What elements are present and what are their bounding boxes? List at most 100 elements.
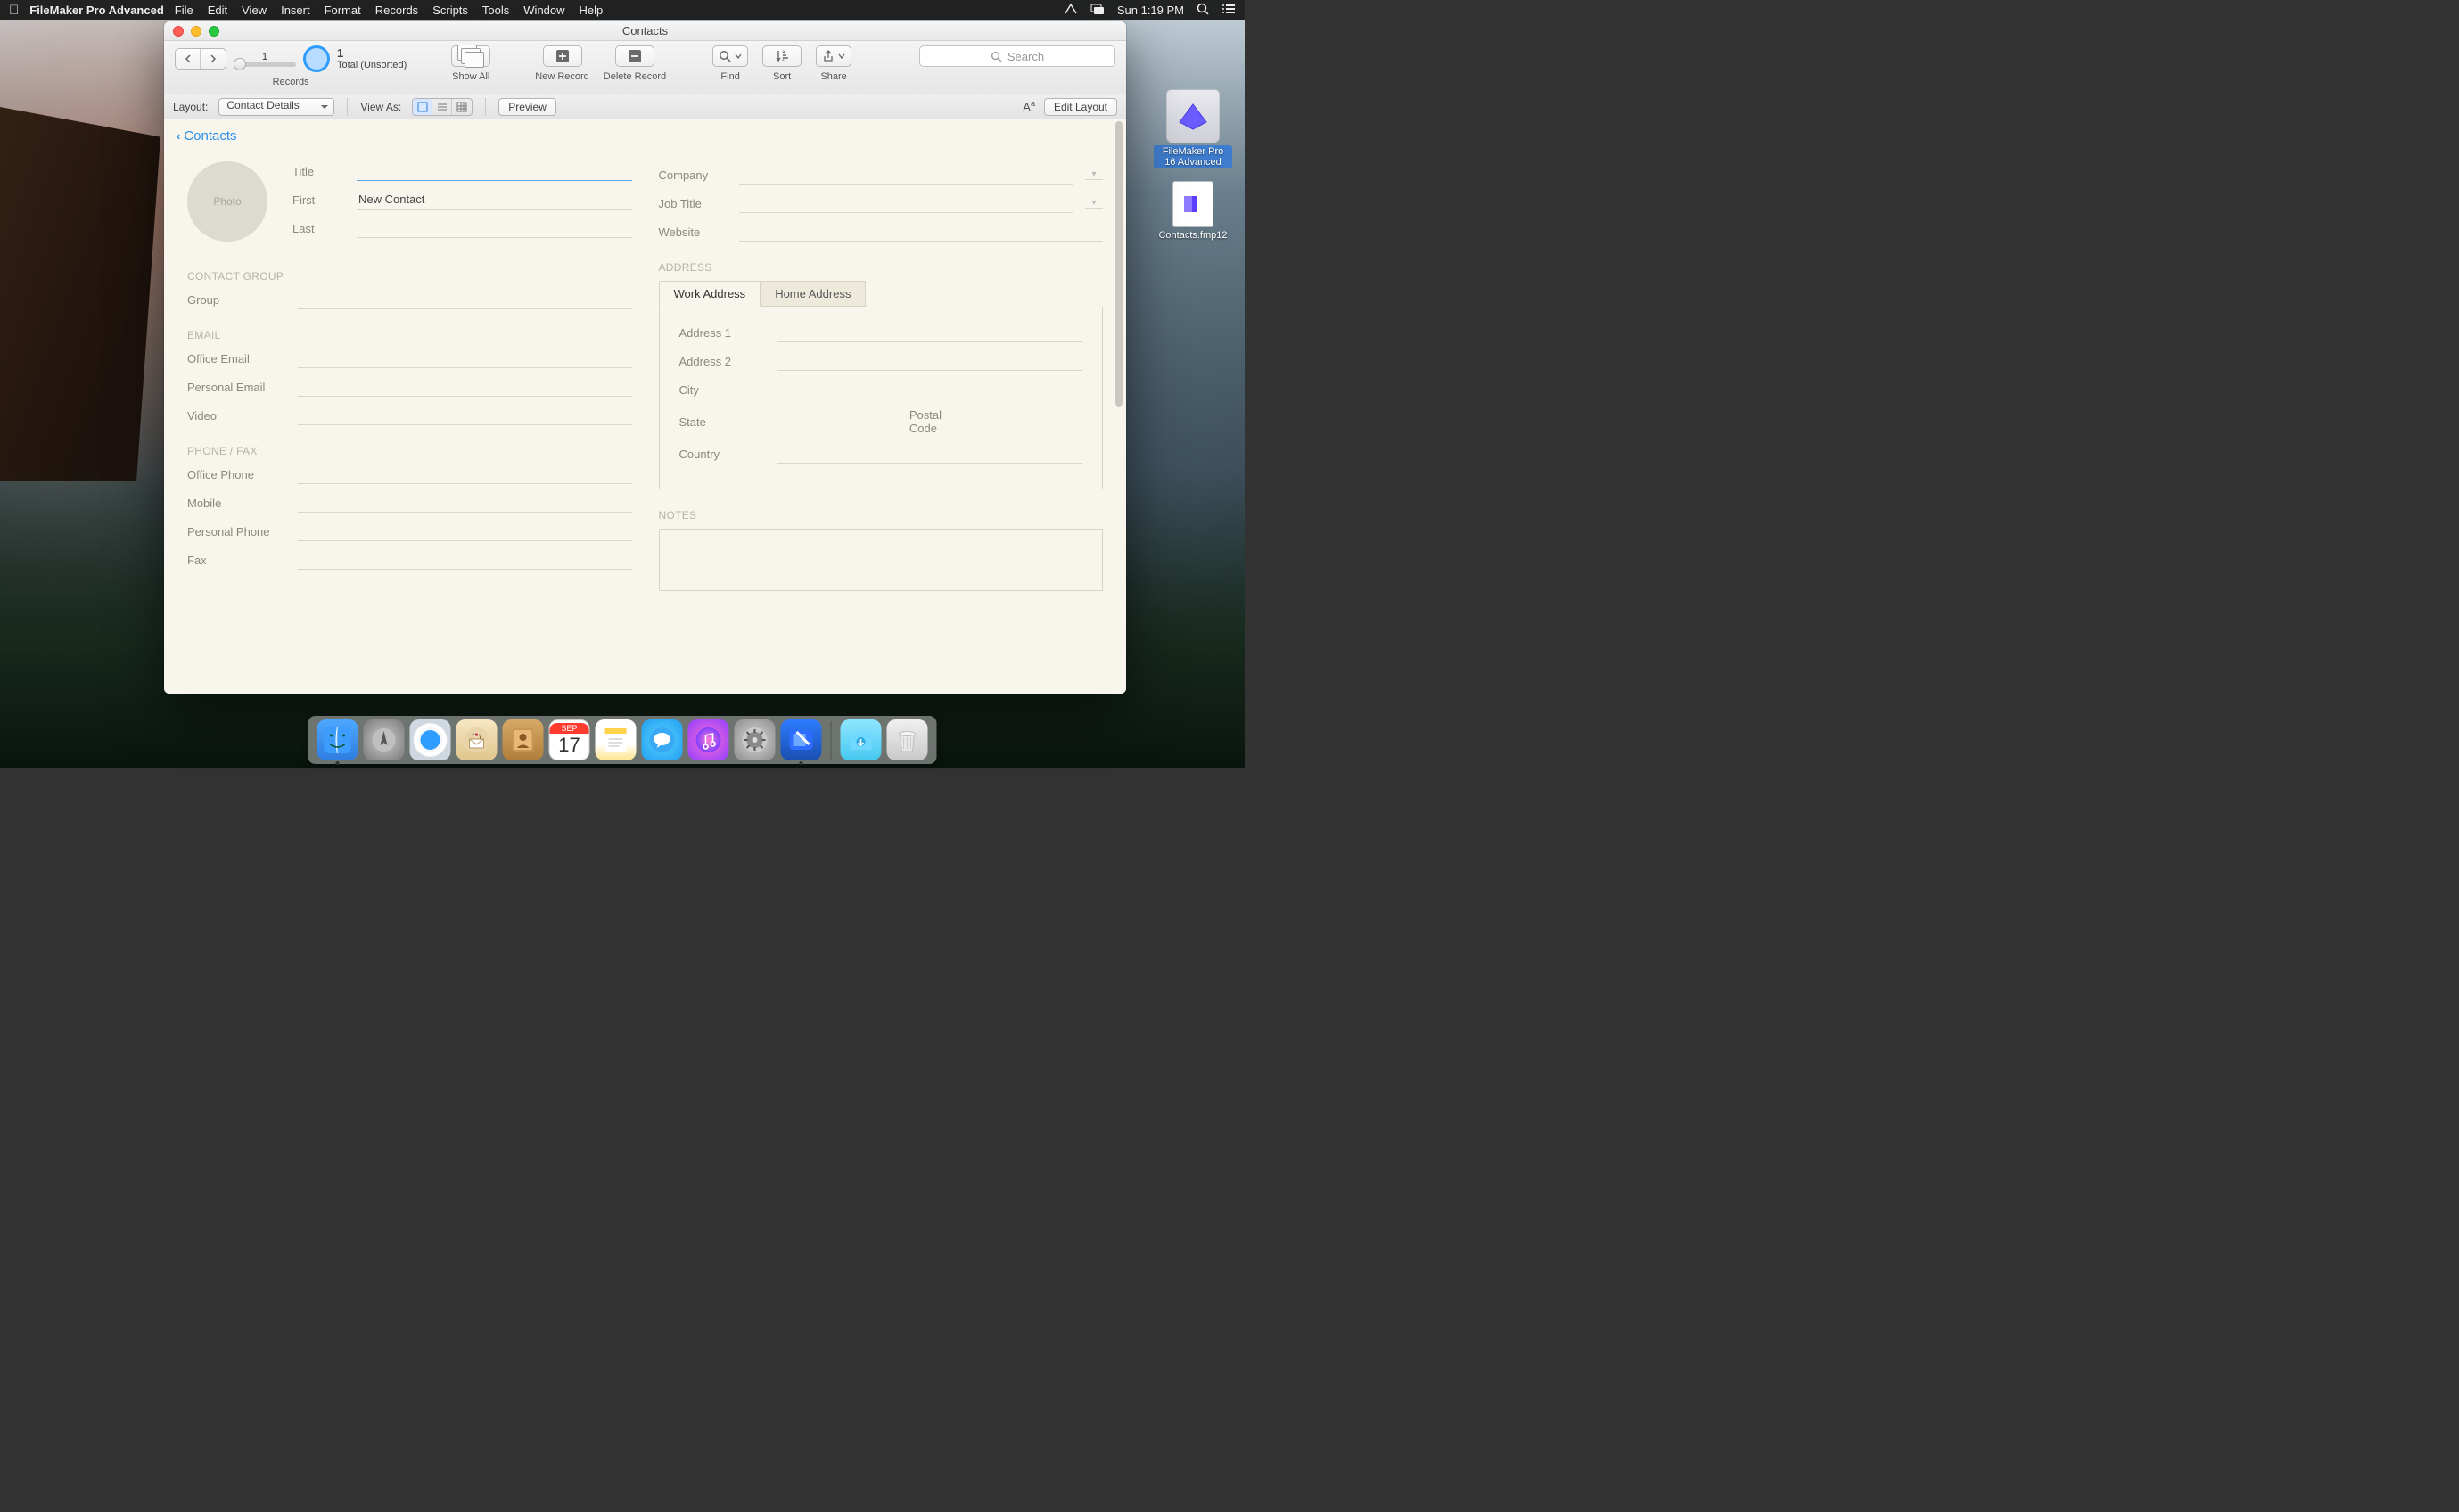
record-previous-button[interactable] [176,49,201,69]
app-menu[interactable]: FileMaker Pro Advanced [29,4,164,17]
office-phone-field[interactable] [298,464,632,484]
label-office-phone: Office Phone [187,468,285,481]
dock-notes[interactable] [596,719,637,760]
label-personal-phone: Personal Phone [187,525,285,538]
mobile-field[interactable] [298,493,632,513]
scripts-status-icon[interactable] [1064,3,1078,18]
company-drop-icon[interactable]: ▾ [1085,169,1103,180]
label-job-title: Job Title [659,197,727,210]
dock-launchpad[interactable] [364,719,405,760]
state-field[interactable] [719,412,879,431]
view-table-button[interactable] [452,99,472,115]
quick-find-input[interactable]: Search [919,45,1115,67]
title-field[interactable] [357,161,632,181]
layout-selector[interactable]: Contact Details [218,98,334,116]
job-title-field[interactable] [739,193,1073,213]
personal-phone-field[interactable] [298,522,632,541]
record-slider[interactable] [234,62,296,67]
spotlight-icon[interactable] [1197,3,1209,18]
menu-list-icon[interactable] [1221,3,1236,18]
dock-downloads[interactable] [841,719,882,760]
dock-safari[interactable] [410,719,451,760]
dock-messages[interactable] [642,719,683,760]
record-pie-icon[interactable] [303,45,330,72]
apple-menu-icon[interactable]:  [9,3,19,18]
menu-scripts[interactable]: Scripts [432,4,468,17]
website-field[interactable] [739,222,1104,242]
record-index[interactable]: 1 [238,52,292,62]
display-mirror-icon[interactable] [1090,3,1105,18]
dock-filemaker[interactable] [781,719,822,760]
menu-tools[interactable]: Tools [482,4,509,17]
title-bar[interactable]: Contacts [164,21,1126,41]
search-icon [991,51,1002,62]
menu-clock[interactable]: Sun 1:19 PM [1117,4,1184,17]
dock-finder[interactable] [317,719,358,760]
window-title: Contacts [164,24,1126,37]
share-icon [822,50,835,62]
menu-window[interactable]: Window [523,4,564,17]
dock-itunes[interactable] [688,719,729,760]
record-totals: 1 Total (Unsorted) [337,46,407,72]
record-nav-buttons [175,48,226,70]
layout-label: Layout: [173,101,208,113]
personal-email-field[interactable] [298,377,632,397]
menu-edit[interactable]: Edit [208,4,227,17]
layout-bar: Layout: Contact Details View As: Preview… [164,94,1126,119]
label-city: City [679,383,765,397]
view-as-label: View As: [360,101,401,113]
share-button[interactable] [816,45,851,67]
label-country: Country [679,448,765,461]
view-form-button[interactable] [413,99,432,115]
fax-field[interactable] [298,550,632,570]
label-company: Company [659,168,727,182]
formatting-icon[interactable]: Aa [1023,99,1035,113]
desktop-icon-contacts-file[interactable]: Contacts.fmp12 [1154,181,1232,241]
sort-button[interactable]: az [762,45,802,67]
show-all-button[interactable] [451,45,490,67]
desktop-icon-filemaker-app[interactable]: FileMaker Pro 16 Advanced [1154,89,1232,168]
dock-mail[interactable] [456,719,498,760]
label-first: First [292,193,344,207]
new-record-button[interactable] [543,45,582,67]
notes-field[interactable] [659,529,1104,591]
address2-field[interactable] [777,351,1083,371]
view-list-button[interactable] [432,99,452,115]
menu-insert[interactable]: Insert [281,4,310,17]
label-website: Website [659,226,727,239]
chevron-down-icon [735,53,742,60]
menu-format[interactable]: Format [325,4,361,17]
city-field[interactable] [777,380,1083,399]
country-field[interactable] [777,444,1083,464]
preview-button[interactable]: Preview [498,98,556,116]
sort-icon: az [774,49,790,63]
postal-field[interactable] [954,412,1114,431]
job-title-drop-icon[interactable]: ▾ [1085,198,1103,209]
edit-layout-button[interactable]: Edit Layout [1044,98,1117,116]
find-button[interactable] [712,45,748,67]
svg-text:z: z [782,57,785,62]
company-field[interactable] [739,165,1073,185]
menu-view[interactable]: View [242,4,267,17]
address1-field[interactable] [777,323,1083,342]
last-name-field[interactable] [357,218,632,238]
menu-records[interactable]: Records [375,4,418,17]
photo-placeholder[interactable]: Photo [187,161,267,242]
dock-calendar[interactable]: SEP17 [549,719,590,760]
body-scrollbar[interactable] [1114,121,1124,692]
dock-trash[interactable] [887,719,928,760]
label-mobile: Mobile [187,497,285,510]
breadcrumb-contacts[interactable]: ‹ Contacts [164,119,1126,152]
first-name-field[interactable] [357,190,632,210]
dock-contacts[interactable] [503,719,544,760]
record-next-button[interactable] [201,49,226,69]
video-field[interactable] [298,406,632,425]
menu-help[interactable]: Help [580,4,604,17]
tab-home-address[interactable]: Home Address [761,281,866,307]
group-field[interactable] [298,290,632,309]
dock-system-preferences[interactable] [735,719,776,760]
office-email-field[interactable] [298,349,632,368]
delete-record-button[interactable] [615,45,654,67]
tab-work-address[interactable]: Work Address [659,281,761,307]
menu-file[interactable]: File [175,4,193,17]
